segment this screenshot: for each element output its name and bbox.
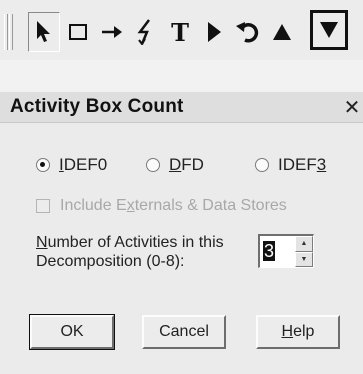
method-radio-group: IDEF0 DFD IDEF3 — [0, 152, 363, 178]
help-button[interactable]: Help — [256, 315, 340, 349]
toolbar-grip[interactable] — [4, 14, 8, 50]
triangle-up-icon — [273, 24, 291, 40]
radio-dfd-indicator[interactable] — [146, 158, 160, 172]
cancel-button-label: Cancel — [159, 323, 209, 340]
triangle-down-tool-button[interactable] — [310, 10, 348, 50]
include-externals-checkbox — [36, 199, 50, 213]
radio-idef3-label: IDEF3 — [278, 155, 327, 174]
include-externals-label: Include Externals & Data Stores — [60, 197, 287, 214]
close-icon: ✕ — [343, 96, 361, 119]
arrow-tool-button[interactable] — [96, 12, 128, 52]
cursor-arrow-icon — [37, 21, 50, 42]
dialog-titlebar[interactable]: Activity Box Count ✕ — [0, 92, 363, 123]
triangle-down-icon — [320, 22, 338, 38]
radio-dfd[interactable]: DFD — [146, 152, 204, 178]
radio-dfd-label: DFD — [169, 155, 204, 174]
radio-idef0-label: IDEF0 — [59, 155, 108, 174]
activities-count-label: Number of Activities in this Decompositi… — [36, 234, 224, 270]
box-icon — [69, 24, 87, 40]
box-tool-button[interactable] — [62, 12, 94, 52]
text-tool-button[interactable]: T — [164, 12, 196, 52]
triangle-up-tool-button[interactable] — [266, 12, 298, 52]
include-externals-checkbox-row: Include Externals & Data Stores — [36, 195, 287, 217]
ok-button-label: OK — [60, 323, 84, 340]
undo-icon — [236, 22, 259, 43]
toolbar-grip[interactable] — [9, 14, 13, 50]
spinner-down-button[interactable]: ▼ — [295, 251, 313, 267]
help-button-label: Help — [281, 323, 315, 340]
text-icon: T — [171, 17, 189, 47]
ok-button[interactable]: OK — [29, 314, 115, 350]
undo-tool-button[interactable] — [232, 12, 264, 52]
activities-count-input[interactable]: 3 — [260, 236, 295, 267]
radio-idef3-indicator[interactable] — [255, 158, 269, 172]
triangle-right-tool-button[interactable] — [198, 12, 230, 52]
spin-down-icon: ▼ — [300, 255, 308, 263]
radio-idef0-indicator[interactable] — [36, 158, 50, 172]
radio-idef3[interactable]: IDEF3 — [255, 152, 326, 178]
spin-up-icon: ▲ — [300, 240, 308, 248]
spinner-up-button[interactable]: ▲ — [295, 236, 313, 252]
pointer-tool-button[interactable] — [28, 12, 60, 52]
radio-idef0[interactable]: IDEF0 — [36, 152, 107, 178]
squiggle-tool-button[interactable] — [130, 12, 162, 52]
triangle-right-icon — [208, 22, 221, 42]
diagram-toolbar: T — [0, 0, 363, 60]
dialog-title: Activity Box Count — [10, 96, 184, 117]
lightning-icon — [137, 19, 150, 45]
arrow-right-icon — [102, 26, 122, 38]
cancel-button[interactable]: Cancel — [142, 315, 226, 349]
activity-box-count-dialog: Activity Box Count ✕ IDEF0 DFD IDEF3 Inc… — [0, 92, 363, 374]
activities-count-spinner[interactable]: 3 ▲ ▼ — [258, 234, 314, 268]
close-button[interactable]: ✕ — [341, 96, 363, 119]
